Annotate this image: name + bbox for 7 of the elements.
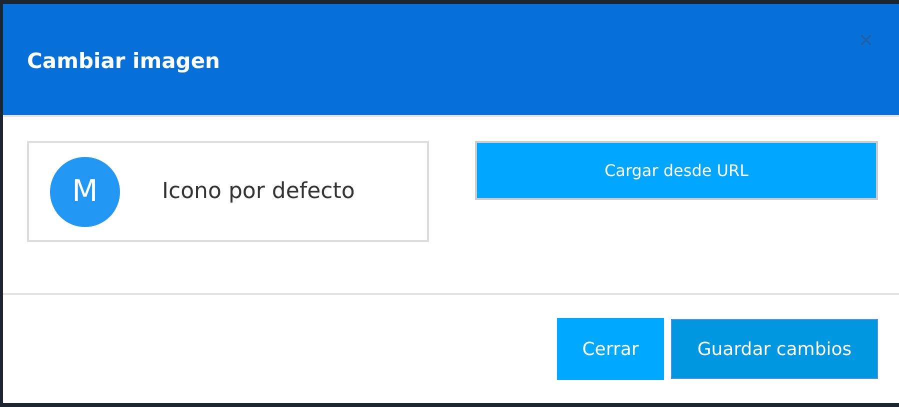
option-label: Icono por defecto (162, 179, 355, 204)
close-dialog-button[interactable]: Cerrar (557, 318, 664, 380)
avatar-icon: M (50, 156, 120, 226)
dialog-title: Cambiar imagen (27, 48, 220, 72)
default-icon-option[interactable]: M Icono por defecto (27, 141, 429, 242)
save-button[interactable]: Guardar cambios (671, 319, 878, 379)
load-url-button[interactable]: Cargar desde URL (475, 141, 878, 200)
